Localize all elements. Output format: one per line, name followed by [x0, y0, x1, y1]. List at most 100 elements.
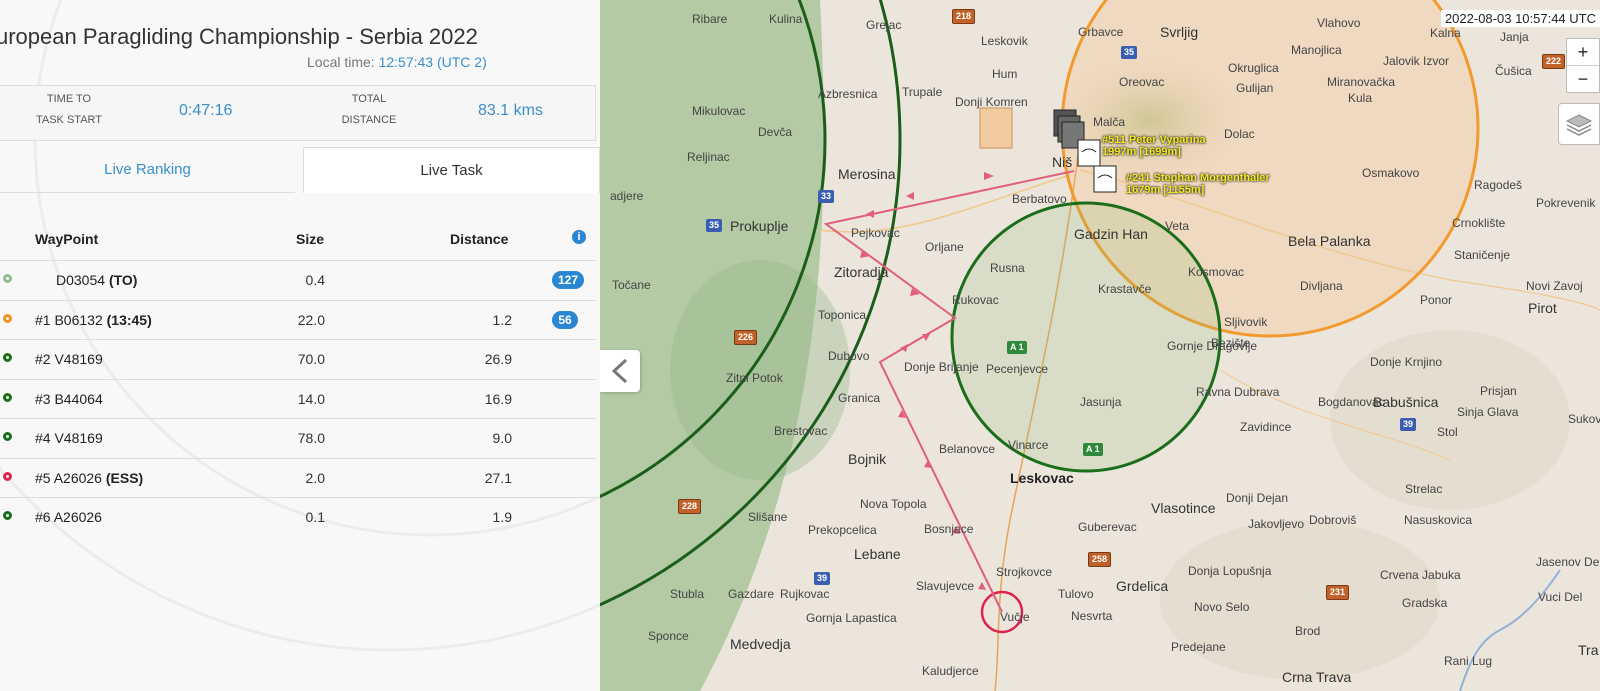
local-time: Local time: 12:57:43 (UTC 2)	[307, 54, 487, 70]
place-label: Kulina	[769, 12, 803, 26]
place-label: Kosmovac	[1188, 265, 1245, 279]
road-shield: 258	[1088, 552, 1112, 567]
page-title: uropean Paragliding Championship - Serbi…	[0, 24, 478, 49]
place-label: Guberevac	[1078, 520, 1137, 534]
table-row[interactable]: #1 B06132 (13:45) 22.0 1.2 56	[0, 299, 596, 340]
time-to-start-label: TIME TO TASK START	[35, 93, 102, 126]
info-icon[interactable]: i	[572, 230, 586, 244]
place-label: adjere	[610, 189, 644, 203]
place-label: Janja	[1500, 30, 1529, 44]
place-label: Donje Brijanje	[904, 360, 979, 374]
place-label: Brestovac	[774, 424, 828, 438]
map-timestamp: 2022-08-03 10:57:44 UTC	[1440, 10, 1600, 27]
road-shield: A 1	[1083, 443, 1103, 456]
place-label: Grbavce	[1078, 25, 1124, 39]
place-label: Stubla	[670, 587, 705, 601]
place-label: Oreovac	[1119, 75, 1165, 89]
road-shield: 231	[1326, 585, 1350, 600]
table-row[interactable]: #3 B44064 14.0 16.9	[0, 378, 596, 419]
place-label: Crnoklište	[1452, 216, 1506, 230]
place-label: Vučje	[1000, 610, 1030, 624]
waypoint-name: #2 V48169	[35, 351, 103, 367]
road-shield: A 1	[1007, 341, 1027, 354]
pilot-count-badge[interactable]: 56	[552, 310, 578, 329]
place-label: Dubovo	[828, 349, 870, 363]
place-label: Veta	[1165, 219, 1190, 233]
place-label: Reljinac	[687, 150, 730, 164]
table-row[interactable]: #5 A26026 (ESS) 2.0 27.1	[0, 457, 596, 498]
waypoint-size: 0.1	[305, 509, 325, 525]
table-row[interactable]: D03054 (TO) 0.4 127	[0, 260, 596, 300]
place-label: Rujkovac	[780, 587, 830, 601]
table-row[interactable]: #2 V48169 70.0 26.9	[0, 339, 596, 379]
place-label: Azbresnica	[818, 87, 878, 101]
waypoint-distance: 26.9	[484, 351, 512, 367]
road-shield: 35	[1121, 46, 1138, 59]
chevron-left-icon	[611, 358, 628, 384]
zoom-in-button[interactable]: +	[1567, 39, 1599, 66]
place-label: Merosina	[838, 166, 896, 182]
table-row[interactable]: #4 V48169 78.0 9.0	[0, 418, 596, 458]
tab-live-task[interactable]: Live Task	[303, 147, 600, 193]
pilot-name: #241 Stephan Morgenthaler	[1126, 172, 1270, 184]
road-shield: 33	[818, 190, 835, 203]
waypoint-status-icon	[3, 432, 12, 441]
place-label: Nasuskovica	[1404, 513, 1473, 527]
place-label: Vlasotince	[1151, 500, 1216, 516]
pilot-label[interactable]: #241 Stephan Morgenthaler 1679m [1155m]	[1126, 172, 1270, 196]
place-label: Divljana	[1300, 279, 1343, 293]
waypoint-name: #4 V48169	[35, 430, 103, 446]
pilot-altitude: 1997m [1699m]	[1102, 146, 1181, 158]
place-label: Ribare	[692, 12, 728, 26]
place-label: Zavidince	[1240, 420, 1292, 434]
task-panel: uropean Paragliding Championship - Serbi…	[0, 0, 600, 691]
place-label: Stol	[1437, 425, 1458, 439]
place-label: Vlahovo	[1317, 16, 1361, 30]
pilot-label[interactable]: #511 Peter Vyparina 1997m [1699m]	[1102, 134, 1206, 158]
waypoint-name: #1 B06132 (13:45)	[35, 311, 152, 328]
waypoint-status-icon	[3, 274, 12, 283]
place-label: Tra	[1578, 642, 1599, 658]
waypoint-status-icon	[3, 392, 12, 402]
place-label: Gadzin Han	[1074, 226, 1148, 242]
distance-header: Distance	[450, 231, 509, 247]
place-label: Bela Palanka	[1288, 233, 1371, 249]
collapse-panel-button[interactable]	[600, 350, 640, 392]
place-label: Svrljig	[1160, 24, 1199, 40]
tab-live-ranking[interactable]: Live Ranking	[0, 147, 295, 193]
place-label: Nova Topola	[860, 497, 927, 511]
waypoint-size: 0.4	[305, 272, 325, 288]
place-label: Leskovac	[1010, 470, 1074, 486]
place-label: Vinarce	[1008, 438, 1049, 452]
place-label: Grejac	[866, 18, 902, 32]
place-label: Tulovo	[1058, 587, 1094, 601]
place-label: Granica	[838, 391, 881, 405]
place-label: Točane	[612, 278, 651, 292]
place-label: Jakovljevo	[1248, 517, 1305, 531]
waypoint-name: #6 A26026	[35, 509, 102, 525]
waypoint-size: 22.0	[297, 311, 325, 328]
waypoint-size: 14.0	[297, 390, 325, 407]
road-shield: 228	[678, 499, 702, 514]
place-label: Novo Selo	[1194, 600, 1250, 614]
layers-button[interactable]	[1558, 103, 1600, 145]
place-label: Sponce	[648, 629, 689, 643]
place-label: Krastavče	[1098, 282, 1152, 296]
road-shield: 35	[706, 219, 723, 232]
place-label: Osmakovo	[1362, 166, 1420, 180]
place-label: Grdelica	[1116, 578, 1169, 594]
place-label: Dobroviš	[1309, 513, 1357, 527]
place-label: Jasunja	[1080, 395, 1122, 409]
table-row[interactable]: #6 A26026 0.1 1.9	[0, 497, 596, 537]
size-header: Size	[296, 231, 325, 247]
place-label: Gulijan	[1236, 81, 1274, 95]
road-shield: 39	[814, 572, 831, 585]
waypoint-size: 70.0	[297, 351, 325, 367]
pilot-count-badge[interactable]: 127	[552, 271, 585, 289]
place-label: Brod	[1295, 624, 1321, 638]
place-label: Bosnjace	[924, 522, 974, 536]
zoom-out-button[interactable]: −	[1567, 66, 1599, 92]
waypoint-status-icon	[3, 471, 12, 481]
place-label: Čušica	[1495, 64, 1532, 78]
pilot-name: #511 Peter Vyparina	[1102, 134, 1206, 146]
